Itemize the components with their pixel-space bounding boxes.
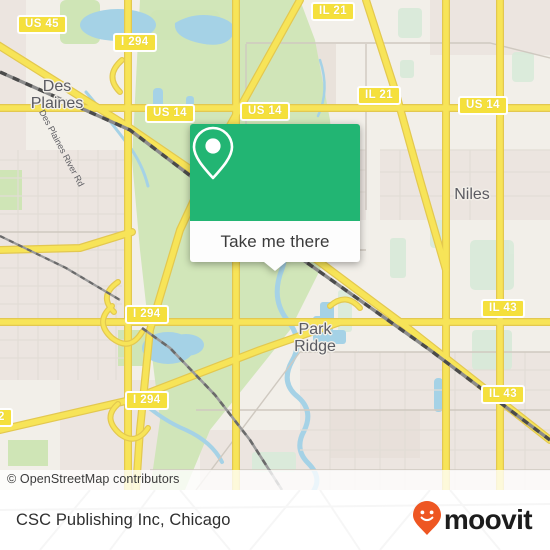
footer-bar: CSC Publishing Inc, Chicago moovit xyxy=(0,490,550,550)
place-label-des-plaines: Des Plaines xyxy=(30,78,84,112)
road-shield-il-43: IL 43 xyxy=(481,299,525,318)
map-canvas[interactable]: Des Plaines Niles Park Ridge Des Plaines… xyxy=(0,0,550,490)
osm-attribution[interactable]: © OpenStreetMap contributors xyxy=(0,470,550,490)
callout-action-area[interactable]: Take me there xyxy=(190,221,360,271)
take-me-there-callout[interactable]: Take me there xyxy=(190,124,360,271)
road-shield-us-14: US 14 xyxy=(240,102,290,121)
place-label-niles: Niles xyxy=(454,186,490,203)
road-shield-il-21: IL 21 xyxy=(311,2,355,21)
road-shield-clipped: 2 xyxy=(0,408,13,427)
moovit-map-screen: Des Plaines Niles Park Ridge Des Plaines… xyxy=(0,0,550,550)
road-shield-i-294: I 294 xyxy=(125,391,169,410)
take-me-there-label: Take me there xyxy=(220,231,330,251)
callout-icon-area xyxy=(190,124,360,221)
callout-tail xyxy=(264,262,286,271)
place-label-park-ridge: Park Ridge xyxy=(294,321,336,355)
moovit-wordmark: moovit xyxy=(443,504,533,535)
road-shield-i-294: I 294 xyxy=(125,305,169,324)
road-shield-il-21: IL 21 xyxy=(357,86,401,105)
road-shield-i-294: I 294 xyxy=(113,33,157,52)
road-shield-us-45: US 45 xyxy=(17,15,67,34)
moovit-logo[interactable]: moovit xyxy=(412,500,533,541)
road-shield-us-14: US 14 xyxy=(145,104,195,123)
road-shield-il-43: IL 43 xyxy=(481,385,525,404)
location-title: CSC Publishing Inc, Chicago xyxy=(16,510,231,529)
moovit-pin-icon xyxy=(412,500,442,541)
road-shield-us-14: US 14 xyxy=(458,96,508,115)
